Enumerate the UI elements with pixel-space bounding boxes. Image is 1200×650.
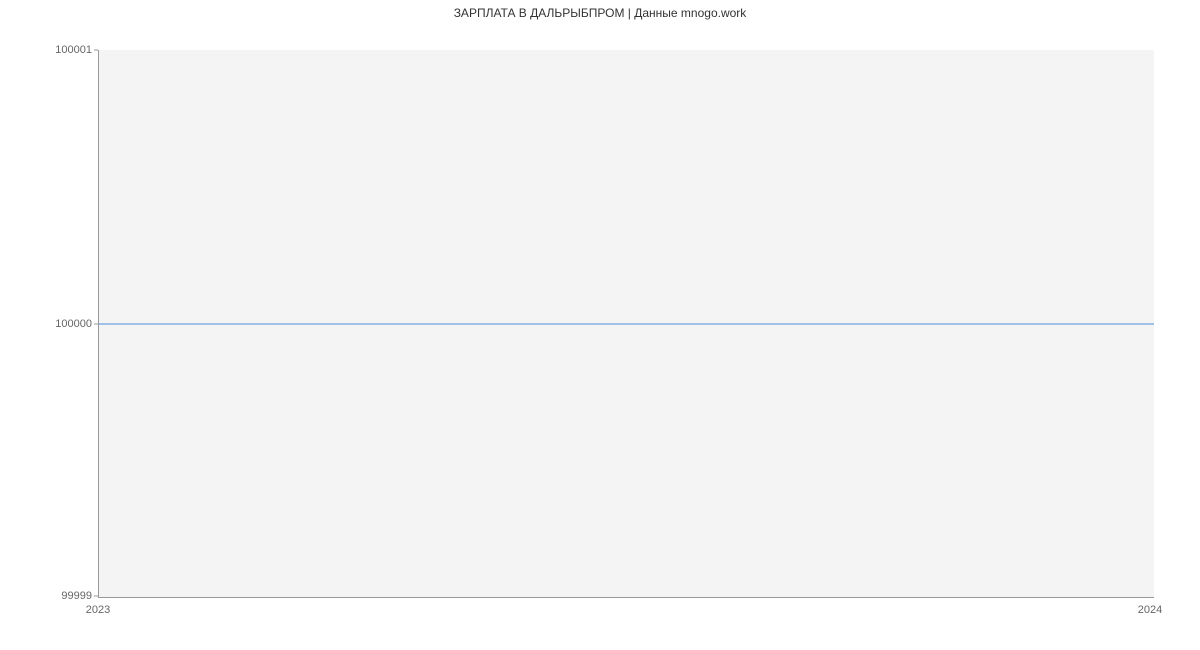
x-tick-label-right: 2024 <box>1138 604 1162 616</box>
y-tick-mark <box>94 324 98 325</box>
x-tick-label-left: 2023 <box>86 604 110 616</box>
data-line <box>99 323 1154 324</box>
y-tick-label-mid: 100000 <box>55 318 92 330</box>
y-tick-mark <box>94 596 98 597</box>
y-tick-label-top: 100001 <box>55 44 92 56</box>
y-tick-mark <box>94 50 98 51</box>
y-tick-label-bottom: 99999 <box>61 590 92 602</box>
chart-title: ЗАРПЛАТА В ДАЛЬРЫБПРОМ | Данные mnogo.wo… <box>0 6 1200 20</box>
salary-chart: ЗАРПЛАТА В ДАЛЬРЫБПРОМ | Данные mnogo.wo… <box>0 0 1200 650</box>
plot-area <box>98 50 1154 598</box>
